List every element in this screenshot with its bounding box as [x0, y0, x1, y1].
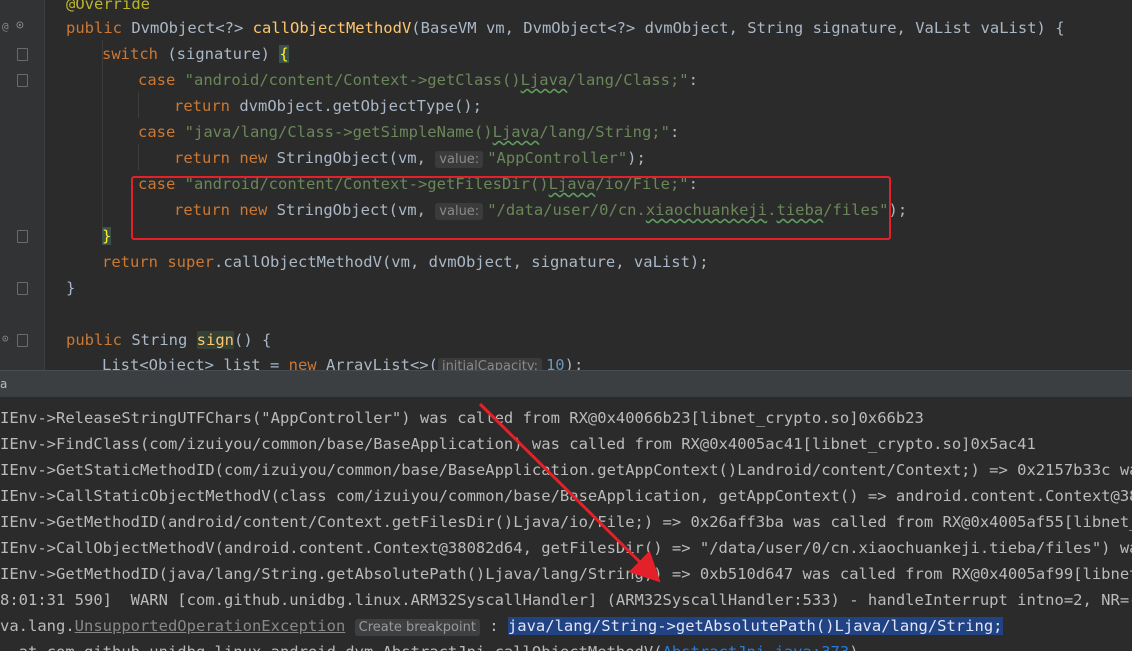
parameter-hint: value:	[435, 151, 484, 168]
console-line: IEnv->CallStaticObjectMethodV(class com/…	[0, 487, 1132, 505]
code-line: return dvmObject.getObjectType();	[174, 97, 482, 115]
stack-trace-line: at com.github.unidbg.linux.android.dvm.A…	[0, 639, 859, 651]
source-link[interactable]: AbstractJni.java:373	[663, 643, 850, 651]
parameter-hint: initialCapacity:	[437, 358, 542, 370]
console-line: IEnv->GetMethodID(java/lang/String.getAb…	[0, 565, 1132, 583]
console-line: IEnv->FindClass(com/izuiyou/common/base/…	[0, 435, 1036, 453]
code-line: }	[102, 227, 112, 245]
code-editor[interactable]: @ ⊙ ⊙ @Override public DvmObject<?> call…	[0, 0, 1132, 370]
code-line: }	[66, 279, 76, 297]
code-line: public String sign() {	[66, 331, 272, 349]
code-line: public DvmObject<?> callObjectMethodV(Ba…	[66, 19, 1065, 37]
console-line: IEnv->ReleaseStringUTFChars("AppControll…	[0, 409, 924, 427]
indent-guide	[102, 40, 103, 230]
indent-guide	[138, 92, 139, 118]
console-line: IEnv->GetMethodID(android/content/Contex…	[0, 513, 1132, 531]
code-line: return super.callObjectMethodV(vm, dvmOb…	[102, 253, 709, 271]
console-line: IEnv->GetStaticMethodID(com/izuiyou/comm…	[0, 461, 1132, 479]
fold-icon[interactable]	[17, 48, 28, 61]
create-breakpoint-button[interactable]: Create breakpoint	[354, 619, 480, 636]
code-line: switch (signature) {	[102, 45, 289, 63]
exception-link[interactable]: UnsupportedOperationException	[75, 617, 346, 635]
console-line: 8:01:31 590] WARN [com.github.unidbg.lin…	[0, 591, 1132, 609]
code-line: case "android/content/Context->getClass(…	[138, 71, 698, 89]
overrides-arrow-icon[interactable]: ⊙	[16, 18, 24, 33]
code-line: case "java/lang/Class->getSimpleName()Lj…	[138, 123, 680, 141]
console-tab-label[interactable]: a	[0, 377, 7, 391]
annotation-highlight-box	[131, 176, 891, 240]
run-console[interactable]: a IEnv->ReleaseStringUTFChars("AppContro…	[0, 370, 1132, 651]
fold-icon[interactable]	[17, 334, 28, 347]
editor-gutter[interactable]: @ ⊙ ⊙	[0, 0, 45, 370]
indent-guide	[138, 144, 139, 170]
override-marker-icon[interactable]: @	[2, 20, 9, 33]
fold-icon[interactable]	[17, 230, 28, 243]
method-marker-icon[interactable]: ⊙	[2, 332, 9, 345]
console-line: IEnv->CallObjectMethodV(android.content.…	[0, 539, 1132, 557]
code-line: return new StringObject(vm, value: "AppCo…	[174, 149, 646, 168]
fold-icon[interactable]	[17, 282, 28, 295]
code-line: List<Object> list = new ArrayList<>(init…	[102, 352, 583, 370]
console-tab-bar[interactable]: a	[0, 370, 1132, 397]
exception-line: va.lang.UnsupportedOperationException Cr…	[0, 617, 1003, 636]
fold-icon[interactable]	[17, 74, 28, 87]
selected-exception-message[interactable]: java/lang/String->getAbsolutePath()Ljava…	[507, 617, 1003, 635]
